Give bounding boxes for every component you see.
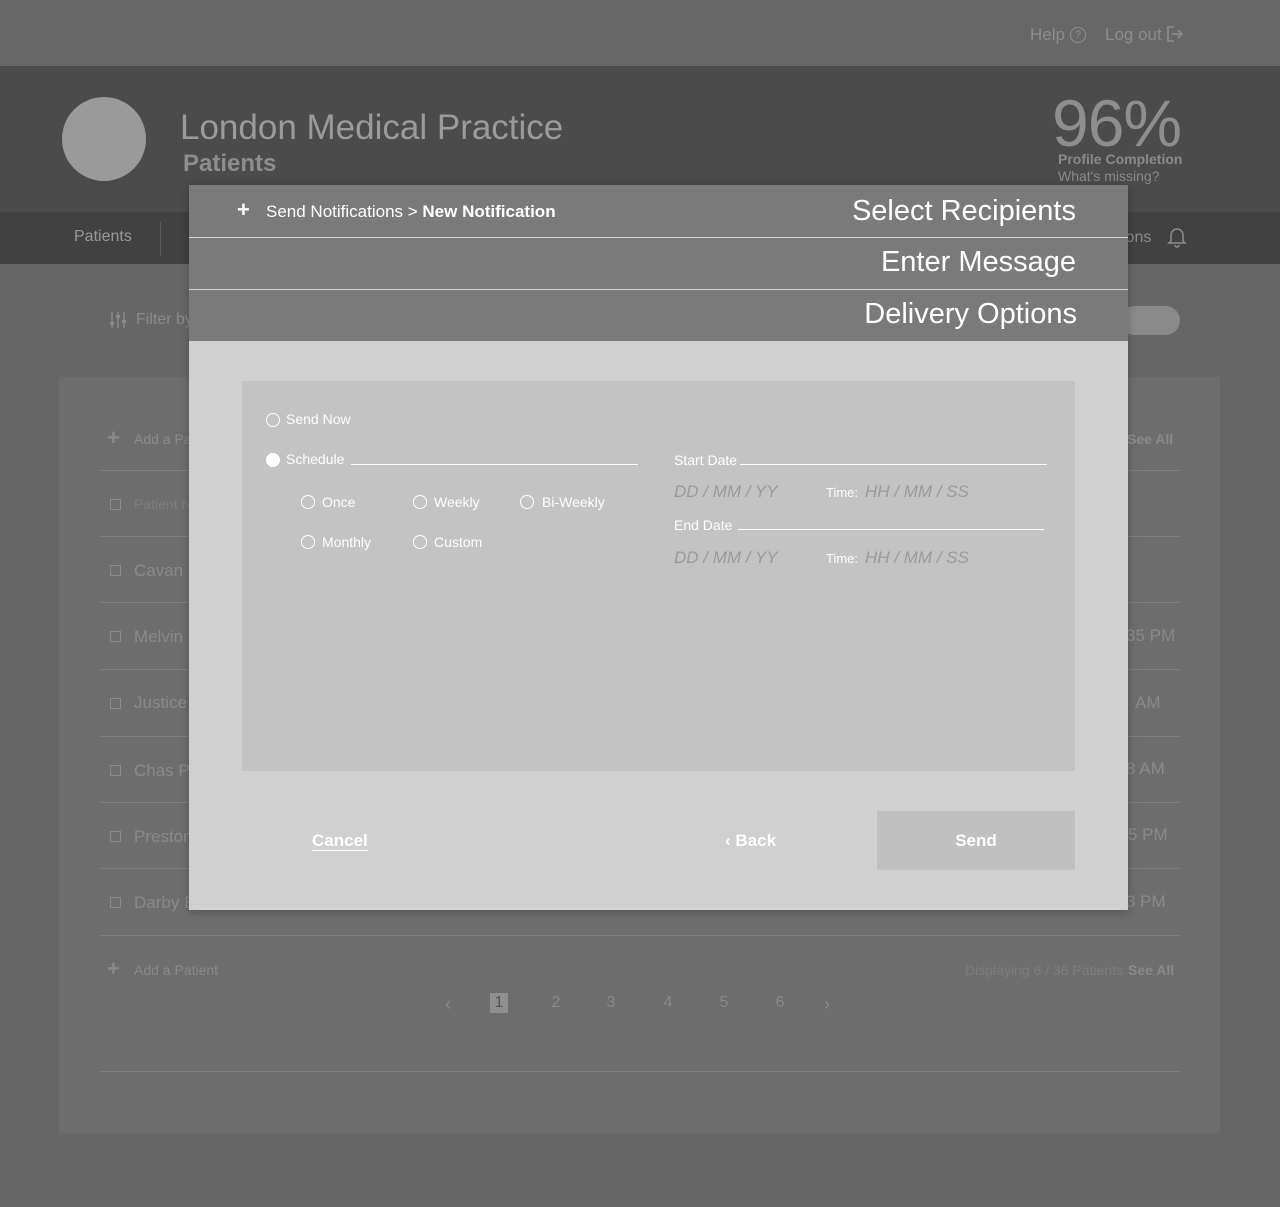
row-checkbox[interactable]: [110, 897, 121, 908]
nav-divider: [160, 222, 161, 256]
row-time: 35 PM: [1126, 626, 1176, 645]
end-date-underline: [738, 529, 1044, 530]
step-select-recipients[interactable]: + Send Notifications > New Notification …: [189, 185, 1128, 237]
bi-weekly-radio[interactable]: [520, 495, 534, 509]
whats-missing-link[interactable]: What's missing?: [1058, 168, 1159, 184]
page-subtitle: Patients: [183, 150, 277, 177]
filter-icon[interactable]: [108, 310, 128, 330]
send-button[interactable]: Send: [877, 811, 1075, 870]
row-time: AM: [1135, 693, 1161, 712]
help-link[interactable]: Help: [1030, 25, 1065, 45]
end-time-label: Time:: [826, 551, 859, 566]
send-now-label[interactable]: Send Now: [286, 411, 351, 427]
profile-completion-percent: 96%: [1052, 86, 1182, 160]
custom-radio[interactable]: [413, 535, 427, 549]
search-input[interactable]: [1120, 306, 1180, 335]
delivery-options-panel: Send Now Schedule Once Weekly Bi-Weekly …: [242, 381, 1075, 771]
schedule-underline: [351, 464, 638, 465]
logout-icon[interactable]: [1166, 25, 1184, 43]
see-all-link[interactable]: See All: [1127, 431, 1173, 447]
step-delivery-options[interactable]: Delivery Options: [189, 290, 1128, 341]
row-divider: [100, 935, 1180, 936]
prev-page-icon[interactable]: ‹: [445, 994, 451, 1015]
patient-name[interactable]: Chas P: [134, 761, 190, 781]
end-date-input[interactable]: DD / MM / YY: [674, 548, 778, 568]
row-time: 3 PM: [1126, 892, 1166, 911]
bi-weekly-label[interactable]: Bi-Weekly: [542, 494, 605, 510]
once-label[interactable]: Once: [322, 494, 355, 510]
start-time-label: Time:: [826, 485, 859, 500]
custom-label[interactable]: Custom: [434, 534, 482, 550]
once-radio[interactable]: [301, 495, 315, 509]
row-checkbox[interactable]: [110, 565, 121, 576]
pagination: ‹ 1 2 3 4 5 6 ›: [440, 992, 840, 1016]
row-checkbox[interactable]: [110, 831, 121, 842]
bell-icon[interactable]: [1167, 226, 1187, 248]
see-all-link[interactable]: See All: [1128, 962, 1174, 978]
end-time-input[interactable]: HH / MM / SS: [865, 548, 969, 568]
patient-name[interactable]: Preston: [134, 827, 193, 847]
patient-name[interactable]: Darby E: [134, 893, 195, 913]
start-time-input[interactable]: HH / MM / SS: [865, 482, 969, 502]
start-date-input[interactable]: DD / MM / YY: [674, 482, 778, 502]
schedule-radio[interactable]: [266, 453, 280, 467]
cancel-button[interactable]: Cancel: [312, 831, 368, 851]
new-notification-modal: + Send Notifications > New Notification …: [189, 185, 1128, 910]
plus-icon[interactable]: +: [107, 427, 120, 449]
page-1[interactable]: 1: [490, 993, 508, 1013]
avatar[interactable]: [62, 97, 146, 181]
patient-name[interactable]: Melvin I: [134, 627, 193, 647]
column-header-patient-name[interactable]: Patient N: [134, 496, 192, 512]
step-enter-message[interactable]: Enter Message: [189, 238, 1128, 289]
end-date-label: End Date: [674, 517, 733, 533]
page-2[interactable]: 2: [547, 994, 565, 1012]
row-time: 8 AM: [1126, 759, 1165, 778]
breadcrumb-parent[interactable]: Send Notifications >: [266, 202, 422, 221]
plus-icon[interactable]: +: [107, 958, 120, 980]
step-title[interactable]: Enter Message: [881, 246, 1076, 279]
nav-item-patients[interactable]: Patients: [74, 228, 132, 246]
divider: [100, 1071, 1180, 1072]
breadcrumb-current: New Notification: [422, 202, 556, 221]
send-now-radio[interactable]: [266, 413, 280, 427]
row-checkbox[interactable]: [110, 631, 121, 642]
page-4[interactable]: 4: [659, 994, 677, 1012]
displaying-count: Displaying 6 / 36 Patients.: [965, 962, 1127, 978]
schedule-label[interactable]: Schedule: [286, 451, 344, 467]
add-patient-link[interactable]: Add a Pa: [134, 431, 192, 447]
page-6[interactable]: 6: [771, 994, 789, 1012]
practice-name: London Medical Practice: [180, 108, 564, 147]
filter-label[interactable]: Filter by: [136, 311, 193, 329]
start-date-label: Start Date: [674, 452, 738, 468]
back-label: Back: [735, 831, 777, 850]
monthly-label[interactable]: Monthly: [322, 534, 371, 550]
breadcrumb: Send Notifications > New Notification: [266, 202, 556, 222]
step-title[interactable]: Delivery Options: [864, 298, 1077, 331]
step-title[interactable]: Select Recipients: [852, 195, 1076, 228]
help-icon[interactable]: ?: [1070, 27, 1086, 43]
back-button[interactable]: ‹ Back: [725, 831, 776, 851]
select-all-checkbox[interactable]: [110, 499, 121, 510]
row-checkbox[interactable]: [110, 698, 121, 709]
monthly-radio[interactable]: [301, 535, 315, 549]
next-page-icon[interactable]: ›: [824, 994, 830, 1015]
weekly-radio[interactable]: [413, 495, 427, 509]
row-checkbox[interactable]: [110, 765, 121, 776]
add-patient-link[interactable]: Add a Patient: [134, 962, 218, 978]
patient-name[interactable]: Justice: [134, 693, 187, 713]
page-3[interactable]: 3: [602, 994, 620, 1012]
start-date-underline: [740, 464, 1047, 465]
profile-completion-label: Profile Completion: [1058, 151, 1183, 167]
plus-icon: +: [237, 197, 250, 222]
page-5[interactable]: 5: [715, 994, 733, 1012]
chevron-left-icon: ‹: [725, 831, 731, 850]
weekly-label[interactable]: Weekly: [434, 494, 480, 510]
logout-link[interactable]: Log out: [1105, 25, 1162, 45]
row-time: 5 PM: [1128, 825, 1168, 844]
top-bar: [0, 0, 1280, 66]
